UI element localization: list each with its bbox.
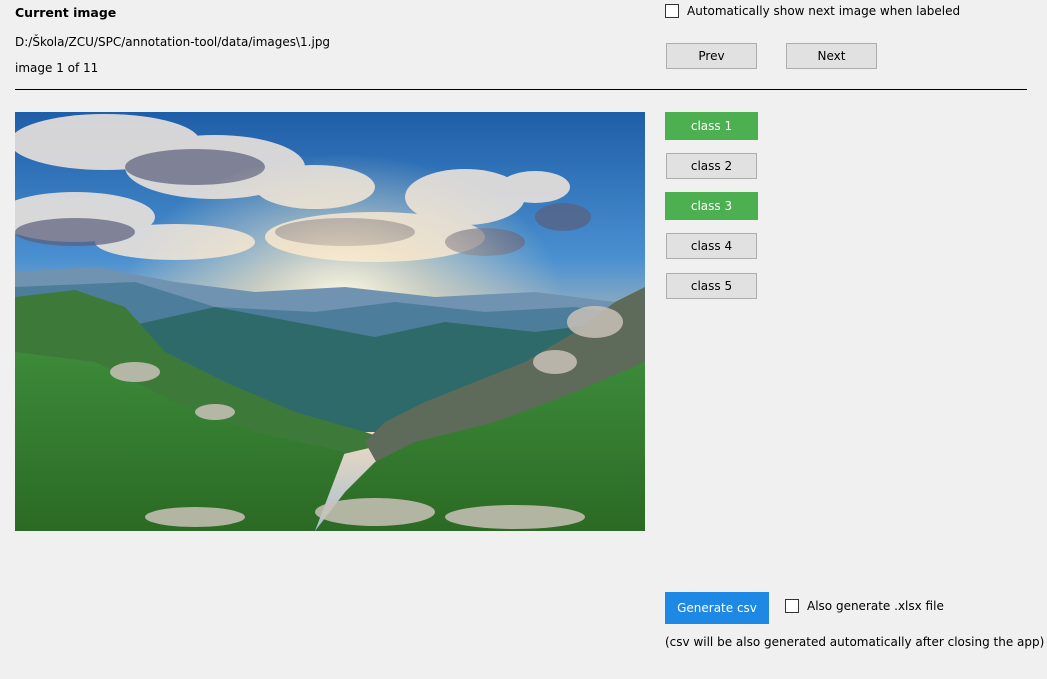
class-1-button[interactable]: class 1: [665, 112, 758, 140]
file-path: D:/Škola/ZCU/SPC/annotation-tool/data/im…: [15, 35, 331, 49]
auto-next-option[interactable]: Automatically show next image when label…: [665, 4, 960, 18]
generate-csv-button[interactable]: Generate csv: [665, 592, 769, 624]
class-2-button[interactable]: class 2: [666, 153, 757, 179]
xlsx-checkbox[interactable]: [785, 599, 799, 613]
class-4-button[interactable]: class 4: [666, 233, 757, 259]
csv-note: (csv will be also generated automaticall…: [665, 635, 1045, 649]
image-counter: image 1 of 11: [15, 61, 99, 75]
auto-next-label: Automatically show next image when label…: [687, 4, 961, 18]
current-image-title: Current image: [15, 5, 117, 20]
xlsx-option[interactable]: Also generate .xlsx file: [785, 599, 944, 613]
class-3-button[interactable]: class 3: [665, 192, 758, 220]
prev-button[interactable]: Prev: [666, 43, 757, 69]
auto-next-checkbox[interactable]: [665, 4, 679, 18]
class-5-button[interactable]: class 5: [666, 273, 757, 299]
xlsx-label: Also generate .xlsx file: [807, 599, 944, 613]
header-divider: [15, 89, 1027, 90]
next-button[interactable]: Next: [786, 43, 877, 69]
current-image: [15, 112, 645, 531]
